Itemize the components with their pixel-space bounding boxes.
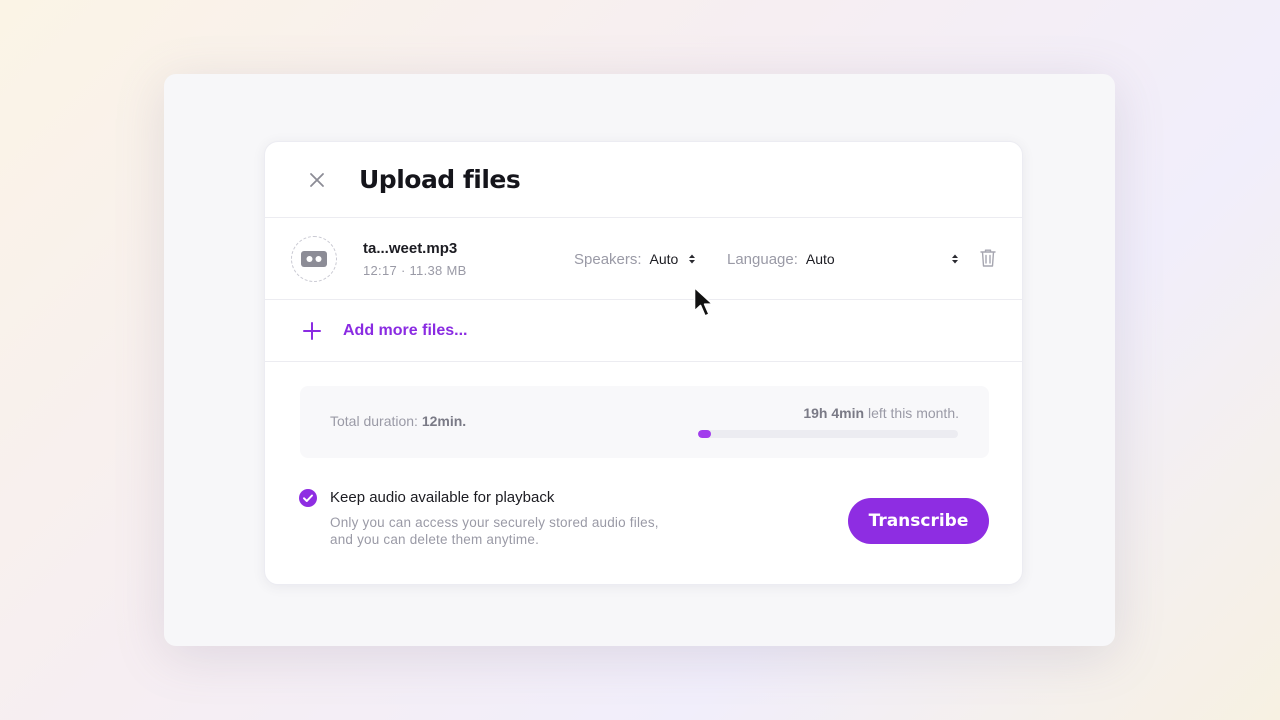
cassette-icon: [301, 250, 327, 267]
usage-progress-bar: [698, 430, 958, 438]
select-arrows-icon: [951, 253, 959, 265]
time-left-label: left this month.: [864, 405, 959, 421]
file-row: ta...weet.mp3 12:17 · 11.38 MB Speakers:…: [265, 218, 1022, 300]
speakers-label: Speakers:: [574, 250, 642, 268]
time-left-value: 19h 4min: [803, 405, 865, 421]
speakers-value: Auto: [649, 251, 679, 267]
language-label: Language:: [727, 250, 798, 268]
keep-audio-description: Only you can access your securely stored…: [330, 515, 659, 547]
language-value: Auto: [805, 251, 835, 267]
remove-file-button[interactable]: [979, 248, 997, 273]
select-arrows-icon: [688, 253, 696, 265]
add-more-files-button[interactable]: Add more files...: [265, 300, 1022, 362]
dialog-title: Upload files: [359, 165, 521, 194]
file-meta: 12:17 · 11.38 MB: [363, 262, 467, 278]
language-select[interactable]: Language: Auto: [727, 218, 959, 300]
keep-audio-title: Keep audio available for playback: [330, 489, 555, 506]
upload-files-dialog: Upload files ta...weet.mp3 12:17 · 11.38…: [264, 141, 1023, 585]
check-circle-icon[interactable]: [299, 489, 317, 507]
close-button[interactable]: [305, 168, 329, 192]
mouse-pointer-icon: [693, 286, 714, 317]
usage-summary: Total duration: 12min. 19h 4min left thi…: [300, 386, 989, 458]
file-info: ta...weet.mp3 12:17 · 11.38 MB: [363, 240, 467, 278]
speakers-select[interactable]: Speakers: Auto: [574, 218, 696, 300]
transcribe-button[interactable]: Transcribe: [848, 498, 989, 544]
usage-progress-fill: [698, 430, 711, 438]
total-duration-value: 12min.: [421, 413, 467, 429]
total-duration: Total duration: 12min.: [330, 413, 466, 429]
keep-audio-text: Keep audio available for playback Only y…: [330, 489, 660, 548]
total-duration-label: Total duration:: [330, 413, 422, 429]
dialog-header: Upload files: [265, 142, 1022, 218]
time-left: 19h 4min left this month.: [803, 405, 959, 421]
close-icon: [310, 172, 324, 187]
plus-icon: [303, 321, 321, 340]
trash-icon: [980, 249, 996, 267]
keep-audio-option: Keep audio available for playback Only y…: [299, 489, 660, 548]
file-name: ta...weet.mp3: [363, 239, 458, 257]
file-icon-badge: [291, 235, 337, 282]
add-more-files-label: Add more files...: [343, 321, 468, 339]
